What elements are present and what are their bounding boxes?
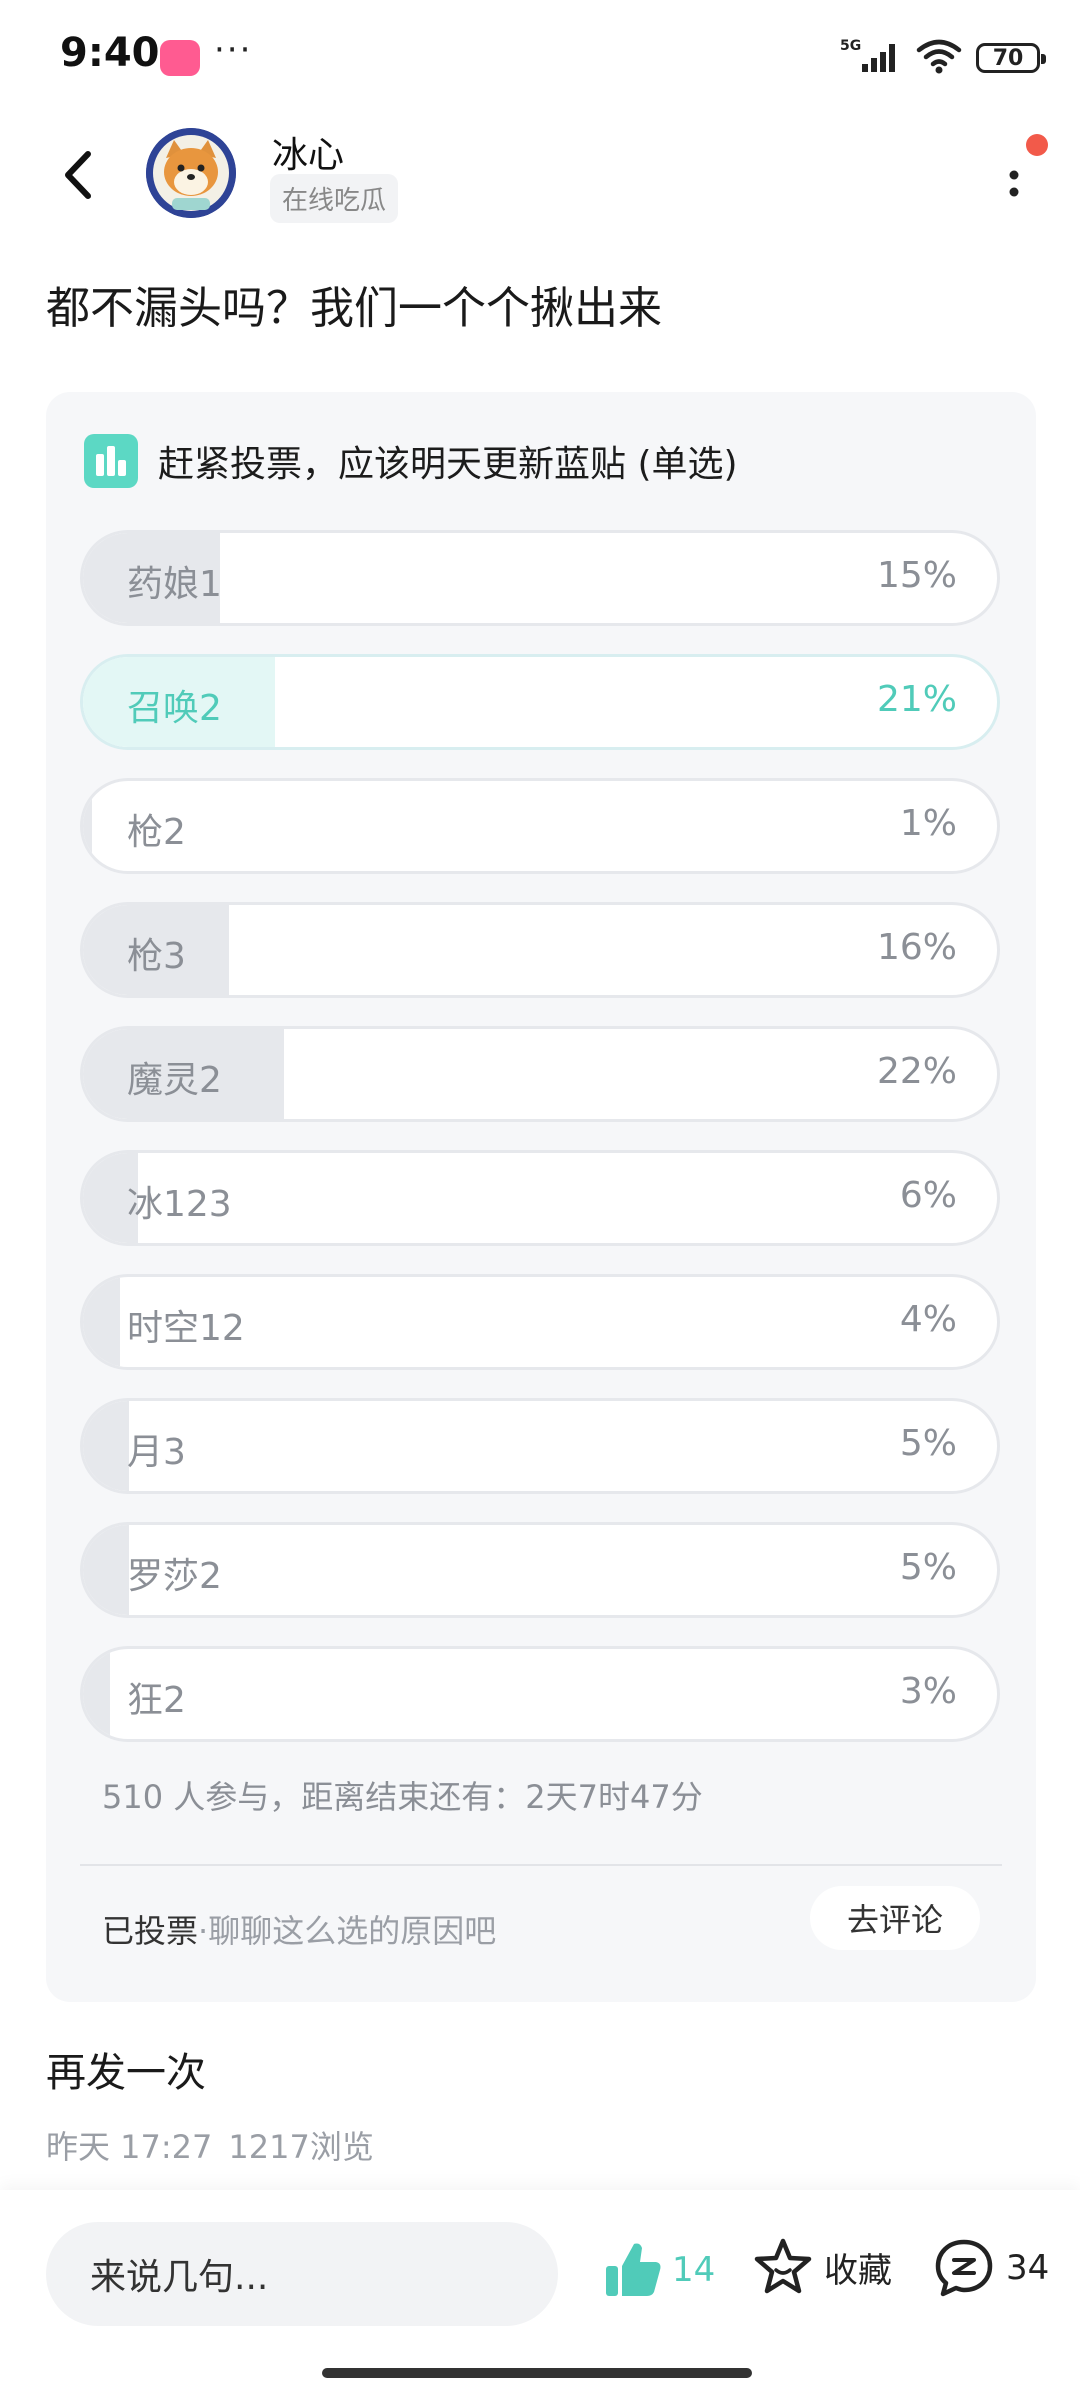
author-avatar[interactable] (146, 128, 236, 218)
post-time: 昨天 17:27 (46, 2128, 213, 2166)
thumbs-up-icon (606, 2243, 661, 2296)
poll-option[interactable]: 罗莎2 5% (80, 1522, 1000, 1618)
wifi-icon (916, 38, 962, 78)
poll-option[interactable]: 时空12 4% (80, 1274, 1000, 1370)
poll-option-label: 月3 (127, 1432, 186, 1473)
chevron-left-icon (65, 151, 91, 199)
comment-count: 34 (1006, 2248, 1050, 2288)
poll-divider (80, 1864, 1002, 1866)
poll-option-percent: 1% (899, 803, 957, 844)
post-header: 冰心 在线吃瓜 (0, 120, 1080, 230)
poll-option-percent: 4% (899, 1299, 957, 1340)
post-body: 再发一次 (46, 2050, 206, 2096)
poll-title: 赶紧投票，应该明天更新蓝贴 (单选) (158, 444, 738, 485)
poll-option[interactable]: 月3 5% (80, 1398, 1000, 1494)
poll-option-percent: 16% (876, 927, 957, 968)
go-comment-button[interactable]: 去评论 (810, 1886, 980, 1950)
post-meta: 昨天 17:27 1217浏览 (46, 2122, 374, 2168)
poll-option-label: 冰123 (127, 1184, 232, 1225)
poll-option-fill (83, 781, 93, 871)
poll-option[interactable]: 枪2 1% (80, 778, 1000, 874)
poll-option-percent: 15% (876, 555, 957, 596)
poll-option-percent: 5% (899, 1423, 957, 1464)
poll-option-label: 枪3 (127, 936, 186, 977)
bilibili-app-icon (160, 40, 200, 76)
status-time: 9:40 (60, 30, 160, 76)
poll-option[interactable]: 枪3 16% (80, 902, 1000, 998)
voted-status: 已投票·聊聊这么选的原因吧 (102, 1906, 496, 1952)
poll-option-percent: 22% (876, 1051, 957, 1092)
notification-dots: ··· (214, 30, 253, 70)
back-button[interactable] (50, 140, 110, 210)
comment-input[interactable]: 来说几句... (46, 2222, 558, 2326)
cellular-signal-icon: 5G (840, 36, 902, 80)
poll-option-fill (83, 1649, 111, 1739)
poll-option[interactable]: 狂2 3% (80, 1646, 1000, 1742)
chat-bubble-icon (935, 2239, 993, 2297)
poll-option[interactable]: 冰123 6% (80, 1150, 1000, 1246)
poll-option[interactable]: 药娘1 15% (80, 530, 1000, 626)
author-name[interactable]: 冰心 (272, 126, 344, 178)
poll-option-label: 枪2 (127, 812, 186, 853)
poll-option[interactable]: 召唤2 21% (80, 654, 1000, 750)
favorite-label: 收藏 (824, 2250, 892, 2291)
battery-level: 70 (992, 45, 1024, 71)
network-type: 5G (840, 38, 861, 54)
favorite-button[interactable]: 收藏 (752, 2236, 892, 2298)
bar-chart-icon (84, 434, 138, 488)
poll-option-fill (83, 1401, 129, 1491)
poll-card: 赶紧投票，应该明天更新蓝贴 (单选) 药娘1 15% 召唤2 21% 枪2 1% 枪3 16%… (46, 392, 1036, 2002)
shiba-avatar-icon (146, 128, 236, 218)
battery-icon: 70 (976, 43, 1046, 73)
home-indicator (322, 2368, 752, 2378)
poll-option-fill (83, 1277, 120, 1367)
author-tag: 在线吃瓜 (270, 174, 399, 223)
poll-option[interactable]: 魔灵2 22% (80, 1026, 1000, 1122)
status-bar: 9:40 ··· 5G 70 (0, 0, 1080, 120)
like-button[interactable]: 14 (600, 2238, 715, 2302)
poll-option-label: 时空12 (127, 1308, 245, 1349)
post-views: 1217浏览 (228, 2128, 374, 2166)
star-icon (754, 2238, 812, 2294)
poll-option-percent: 5% (899, 1547, 957, 1588)
notification-badge (1026, 134, 1048, 156)
poll-option-label: 召唤2 (127, 688, 222, 729)
poll-option-label: 狂2 (127, 1680, 186, 1721)
poll-option-label: 药娘1 (127, 564, 222, 605)
poll-option-percent: 6% (899, 1175, 957, 1216)
poll-option-percent: 3% (899, 1671, 957, 1712)
comments-button[interactable]: 34 (932, 2236, 1049, 2300)
voted-label: 已投票 (102, 1912, 199, 1950)
poll-stats: 510 人参与，距离结束还有：2天7时47分 (102, 1778, 703, 1816)
like-count: 14 (672, 2250, 716, 2290)
poll-option-label: 魔灵2 (127, 1060, 222, 1101)
poll-option-percent: 21% (876, 679, 957, 720)
voted-hint: ·聊聊这么选的原因吧 (198, 1912, 497, 1950)
poll-option-fill (83, 1525, 129, 1615)
post-title: 都不漏头吗？我们一个个揪出来 (46, 283, 662, 334)
status-icons: 5G 70 (840, 36, 1046, 80)
poll-option-label: 罗莎2 (127, 1556, 222, 1597)
poll-header: 赶紧投票，应该明天更新蓝贴 (单选) (84, 434, 738, 488)
